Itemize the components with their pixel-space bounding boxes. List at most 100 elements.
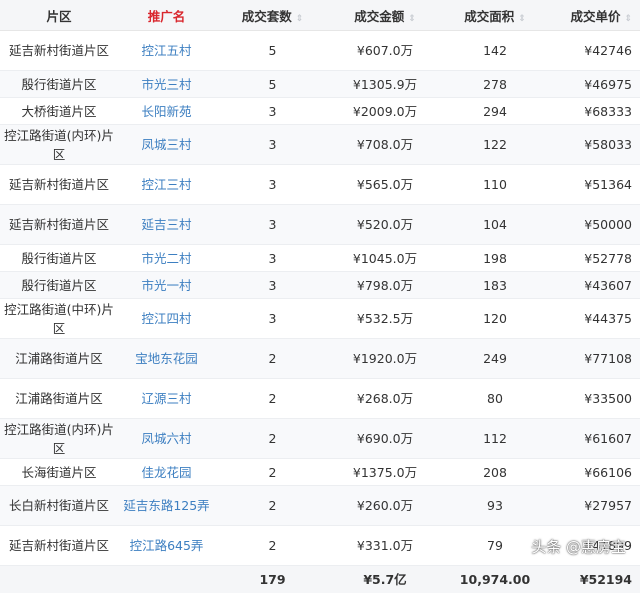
cell-promo-name[interactable]: 凤城三村 — [118, 125, 215, 165]
cell-promo-name[interactable]: 辽源三村 — [118, 379, 215, 419]
cell-unit-price: ¥61607 — [550, 419, 640, 459]
cell-deal-count: 3 — [215, 299, 330, 339]
table-row: 延吉新村街道片区控江五村5¥607.0万142¥42746 — [0, 31, 640, 71]
cell-unit-price: ¥68333 — [550, 98, 640, 125]
cell-promo-name[interactable]: 佳龙花园 — [118, 459, 215, 486]
cell-promo-name[interactable]: 市光一村 — [118, 272, 215, 299]
cell-district: 大桥街道片区 — [0, 98, 118, 125]
table-row: 控江路街道(中环)片区控江四村3¥532.5万120¥44375 — [0, 299, 640, 339]
cell-deal-amount: ¥1305.9万 — [330, 71, 440, 98]
cell-promo-name[interactable]: 控江四村 — [118, 299, 215, 339]
cell-deal-amount: ¥1920.0万 — [330, 339, 440, 379]
cell-unit-price: ¥52778 — [550, 245, 640, 272]
cell-district: 江浦路街道片区 — [0, 339, 118, 379]
cell-district: 延吉新村街道片区 — [0, 526, 118, 566]
table-row: 长白新村街道片区延吉东路125弄2¥260.0万93¥27957 — [0, 486, 640, 526]
cell-district: 长海街道片区 — [0, 459, 118, 486]
cell-deal-count: 2 — [215, 379, 330, 419]
cell-deal-amount: ¥268.0万 — [330, 379, 440, 419]
cell-promo-name[interactable]: 市光三村 — [118, 71, 215, 98]
table-row: 延吉新村街道片区延吉三村3¥520.0万104¥50000 — [0, 205, 640, 245]
cell-unit-price: ¥66106 — [550, 459, 640, 486]
total-count: 179 — [215, 566, 330, 593]
cell-deal-count: 3 — [215, 245, 330, 272]
sort-icon[interactable]: ⇕ — [518, 14, 526, 24]
cell-deal-area: 93 — [440, 486, 550, 526]
column-header-deal-area[interactable]: 成交面积 ⇕ — [440, 0, 550, 31]
cell-district: 控江路街道(内环)片区 — [0, 419, 118, 459]
column-header-deal-amount[interactable]: 成交金额⇕ — [330, 0, 440, 31]
cell-deal-count: 2 — [215, 419, 330, 459]
cell-deal-area: 80 — [440, 379, 550, 419]
cell-deal-area: 249 — [440, 339, 550, 379]
cell-unit-price: ¥43607 — [550, 272, 640, 299]
cell-district: 延吉新村街道片区 — [0, 165, 118, 205]
cell-district: 控江路街道(中环)片区 — [0, 299, 118, 339]
cell-deal-area: 198 — [440, 245, 550, 272]
cell-deal-amount: ¥260.0万 — [330, 486, 440, 526]
cell-unit-price: ¥50000 — [550, 205, 640, 245]
column-header-label: 成交面积 — [464, 9, 514, 24]
cell-deal-area: 278 — [440, 71, 550, 98]
cell-unit-price: ¥46975 — [550, 71, 640, 98]
cell-promo-name[interactable]: 延吉东路125弄 — [118, 486, 215, 526]
cell-district: 延吉新村街道片区 — [0, 31, 118, 71]
table-row: 江浦路街道片区宝地东花园2¥1920.0万249¥77108 — [0, 339, 640, 379]
column-header-unit-price[interactable]: 成交单价 ⇕ — [550, 0, 640, 31]
column-header-label: 成交套数 — [242, 9, 292, 24]
cell-deal-area: 122 — [440, 125, 550, 165]
cell-deal-area: 110 — [440, 165, 550, 205]
cell-deal-count: 3 — [215, 205, 330, 245]
cell-unit-price: ¥44375 — [550, 299, 640, 339]
table-row: 延吉新村街道片区控江三村3¥565.0万110¥51364 — [0, 165, 640, 205]
sort-icon[interactable]: ⇕ — [296, 14, 304, 24]
cell-promo-name[interactable]: 长阳新苑 — [118, 98, 215, 125]
cell-promo-name[interactable]: 控江三村 — [118, 165, 215, 205]
cell-deal-area: 294 — [440, 98, 550, 125]
cell-promo-name[interactable]: 市光二村 — [118, 245, 215, 272]
cell-deal-amount: ¥520.0万 — [330, 205, 440, 245]
sort-icon[interactable]: ⇕ — [624, 14, 632, 24]
cell-unit-price: ¥42746 — [550, 31, 640, 71]
cell-promo-name[interactable]: 控江路645弄 — [118, 526, 215, 566]
cell-deal-count: 3 — [215, 98, 330, 125]
total-price: ¥52194 — [550, 566, 640, 593]
cell-district: 控江路街道(内环)片区 — [0, 125, 118, 165]
cell-deal-amount: ¥565.0万 — [330, 165, 440, 205]
cell-deal-area: 183 — [440, 272, 550, 299]
sort-icon[interactable]: ⇕ — [408, 14, 416, 24]
cell-unit-price: ¥33500 — [550, 379, 640, 419]
column-header-label: 片区 — [46, 9, 71, 24]
cell-promo-name[interactable]: 凤城六村 — [118, 419, 215, 459]
column-header-promo-name: 推广名 — [118, 0, 215, 31]
total-amount: ¥5.7亿 — [330, 566, 440, 593]
table-row: 大桥街道片区长阳新苑3¥2009.0万294¥68333 — [0, 98, 640, 125]
cell-deal-count: 5 — [215, 31, 330, 71]
totals-row: 179 ¥5.7亿 10,974.00 ¥52194 — [0, 566, 640, 593]
cell-deal-amount: ¥2009.0万 — [330, 98, 440, 125]
table-row: 长海街道片区佳龙花园2¥1375.0万208¥66106 — [0, 459, 640, 486]
column-header-deal-count[interactable]: 成交套数 ⇕ — [215, 0, 330, 31]
total-area: 10,974.00 — [440, 566, 550, 593]
cell-deal-amount: ¥331.0万 — [330, 526, 440, 566]
cell-deal-count: 5 — [215, 71, 330, 98]
cell-district: 延吉新村街道片区 — [0, 205, 118, 245]
cell-district: 殷行街道片区 — [0, 272, 118, 299]
cell-deal-amount: ¥1045.0万 — [330, 245, 440, 272]
cell-unit-price: ¥58033 — [550, 125, 640, 165]
table-row: 控江路街道(内环)片区凤城六村2¥690.0万112¥61607 — [0, 419, 640, 459]
table-row: 控江路街道(内环)片区凤城三村3¥708.0万122¥58033 — [0, 125, 640, 165]
watermark: 头条 @惠房宝 — [531, 536, 626, 557]
cell-deal-area: 142 — [440, 31, 550, 71]
cell-deal-amount: ¥798.0万 — [330, 272, 440, 299]
cell-deal-count: 3 — [215, 165, 330, 205]
cell-deal-amount: ¥607.0万 — [330, 31, 440, 71]
cell-promo-name[interactable]: 控江五村 — [118, 31, 215, 71]
cell-deal-count: 2 — [215, 526, 330, 566]
cell-promo-name[interactable]: 宝地东花园 — [118, 339, 215, 379]
cell-deal-area: 208 — [440, 459, 550, 486]
cell-district: 殷行街道片区 — [0, 71, 118, 98]
column-header-label: 成交单价 — [570, 9, 620, 24]
cell-deal-amount: ¥690.0万 — [330, 419, 440, 459]
cell-promo-name[interactable]: 延吉三村 — [118, 205, 215, 245]
